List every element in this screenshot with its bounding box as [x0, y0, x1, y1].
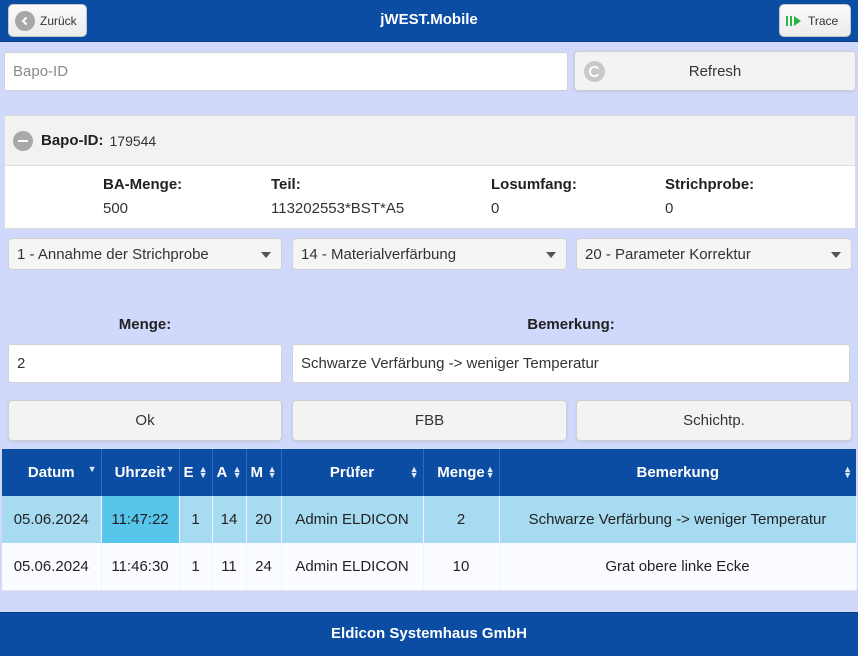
- bapo-id-label: Bapo-ID:: [41, 132, 104, 149]
- losumfang-field: Losumfang: 0: [491, 176, 577, 217]
- trace-button-label: Trace: [808, 13, 839, 28]
- menge-label: Menge:: [118, 316, 172, 333]
- sort-icon: ▲ ▼: [267, 464, 277, 480]
- bapo-id-input[interactable]: [4, 52, 568, 91]
- app-footer: Eldicon Systemhaus GmbH: [0, 612, 858, 656]
- field-label: BA-Menge:: [103, 176, 183, 193]
- column-header-menge[interactable]: Menge ▲ ▼: [423, 449, 500, 496]
- refresh-button[interactable]: Refresh: [574, 51, 856, 91]
- cell-menge: 10: [423, 543, 500, 591]
- sort-icon: ▲ ▼: [232, 464, 242, 480]
- cell-pruefer: Admin ELDICON: [281, 543, 424, 591]
- refresh-icon: [584, 61, 605, 82]
- cell-e: 1: [179, 496, 213, 543]
- bemerkung-input[interactable]: [292, 344, 850, 383]
- teil-field: Teil: 113202553*BST*A5: [271, 176, 404, 217]
- column-header-bemerkung[interactable]: Bemerkung ▲ ▼: [499, 449, 856, 496]
- refresh-button-label: Refresh: [688, 62, 742, 80]
- field-label: Losumfang:: [491, 176, 577, 193]
- field-label: Strichprobe:: [665, 176, 755, 193]
- sort-icon: ▲ ▼: [843, 464, 852, 480]
- field-value: 500: [103, 200, 129, 217]
- select-value: 1 - Annahme der Strichprobe: [17, 245, 209, 263]
- sort-desc-icon: ▼: [87, 464, 97, 474]
- schichtprotokoll-button[interactable]: Schichtp.: [576, 400, 852, 441]
- app-header: Zurück jWEST.Mobile Trace: [0, 0, 858, 42]
- column-header-a[interactable]: A ▲ ▼: [212, 449, 247, 496]
- cell-uhrzeit: 11:46:30: [101, 543, 180, 591]
- trace-icon: [786, 15, 802, 27]
- app-title: jWEST.Mobile: [380, 11, 478, 28]
- column-header-m[interactable]: M ▲ ▼: [246, 449, 282, 496]
- cell-bemerkung: Grat obere linke Ecke: [499, 543, 857, 591]
- field-label: Teil:: [271, 176, 301, 193]
- ba-menge-field: BA-Menge: 500: [103, 176, 182, 217]
- table-row[interactable]: 05.06.2024 11:46:30 1 11 24 Admin ELDICO…: [2, 543, 857, 591]
- cell-a: 11: [212, 543, 247, 591]
- fbb-button[interactable]: FBB: [292, 400, 567, 441]
- caret-down-icon: [261, 252, 271, 258]
- column-header-e[interactable]: E ▲ ▼: [179, 449, 213, 496]
- table-row[interactable]: 05.06.2024 11:47:22 1 14 20 Admin ELDICO…: [2, 496, 857, 543]
- field-value: 113202553*BST*A5: [271, 200, 405, 217]
- bapo-id-value: 179544: [109, 132, 157, 149]
- bemerkung-label: Bemerkung:: [527, 316, 615, 333]
- column-header-uhrzeit[interactable]: Uhrzeit ▼: [101, 449, 180, 496]
- cell-menge: 2: [423, 496, 500, 543]
- select-fehler[interactable]: 14 - Materialverfärbung: [292, 238, 567, 270]
- collapse-icon: [13, 130, 33, 151]
- column-header-pruefer[interactable]: Prüfer ▲ ▼: [281, 449, 424, 496]
- ok-button[interactable]: Ok: [8, 400, 282, 441]
- select-massnahme[interactable]: 20 - Parameter Korrektur: [576, 238, 852, 270]
- select-value: 20 - Parameter Korrektur: [585, 245, 751, 263]
- bapo-panel-body: BA-Menge: 500 Teil: 113202553*BST*A5 Los…: [4, 165, 856, 229]
- cell-datum: 05.06.2024: [2, 496, 102, 543]
- cell-datum: 05.06.2024: [2, 543, 102, 591]
- sort-desc-icon: ▼: [165, 464, 175, 474]
- history-table: Datum ▼ Uhrzeit ▼ E ▲ ▼ A ▲ ▼ M ▲ ▼ Prüfer ▲ ▼ Men…: [2, 449, 857, 591]
- menge-input[interactable]: [8, 344, 282, 383]
- caret-down-icon: [831, 252, 841, 258]
- strichprobe-field: Strichprobe: 0: [665, 176, 754, 217]
- cell-m: 24: [246, 543, 282, 591]
- cell-e: 1: [179, 543, 213, 591]
- select-annahme[interactable]: 1 - Annahme der Strichprobe: [8, 238, 282, 270]
- sort-icon: ▲ ▼: [409, 464, 419, 480]
- sort-icon: ▲ ▼: [485, 464, 495, 480]
- cell-bemerkung: Schwarze Verfärbung -> weniger Temperatu…: [499, 496, 857, 543]
- bapo-panel-header[interactable]: Bapo-ID: 179544: [4, 115, 856, 165]
- caret-down-icon: [546, 252, 556, 258]
- field-value: 0: [665, 200, 674, 217]
- cell-pruefer: Admin ELDICON: [281, 496, 424, 543]
- field-value: 0: [491, 200, 500, 217]
- cell-m: 20: [246, 496, 282, 543]
- cell-uhrzeit: 11:47:22: [101, 496, 180, 543]
- cell-a: 14: [212, 496, 247, 543]
- trace-button[interactable]: Trace: [779, 4, 851, 37]
- column-header-datum[interactable]: Datum ▼: [2, 449, 102, 496]
- select-value: 14 - Materialverfärbung: [301, 245, 457, 263]
- sort-icon: ▲ ▼: [198, 464, 208, 480]
- table-header-row: Datum ▼ Uhrzeit ▼ E ▲ ▼ A ▲ ▼ M ▲ ▼ Prüfer ▲ ▼ Men…: [2, 449, 856, 496]
